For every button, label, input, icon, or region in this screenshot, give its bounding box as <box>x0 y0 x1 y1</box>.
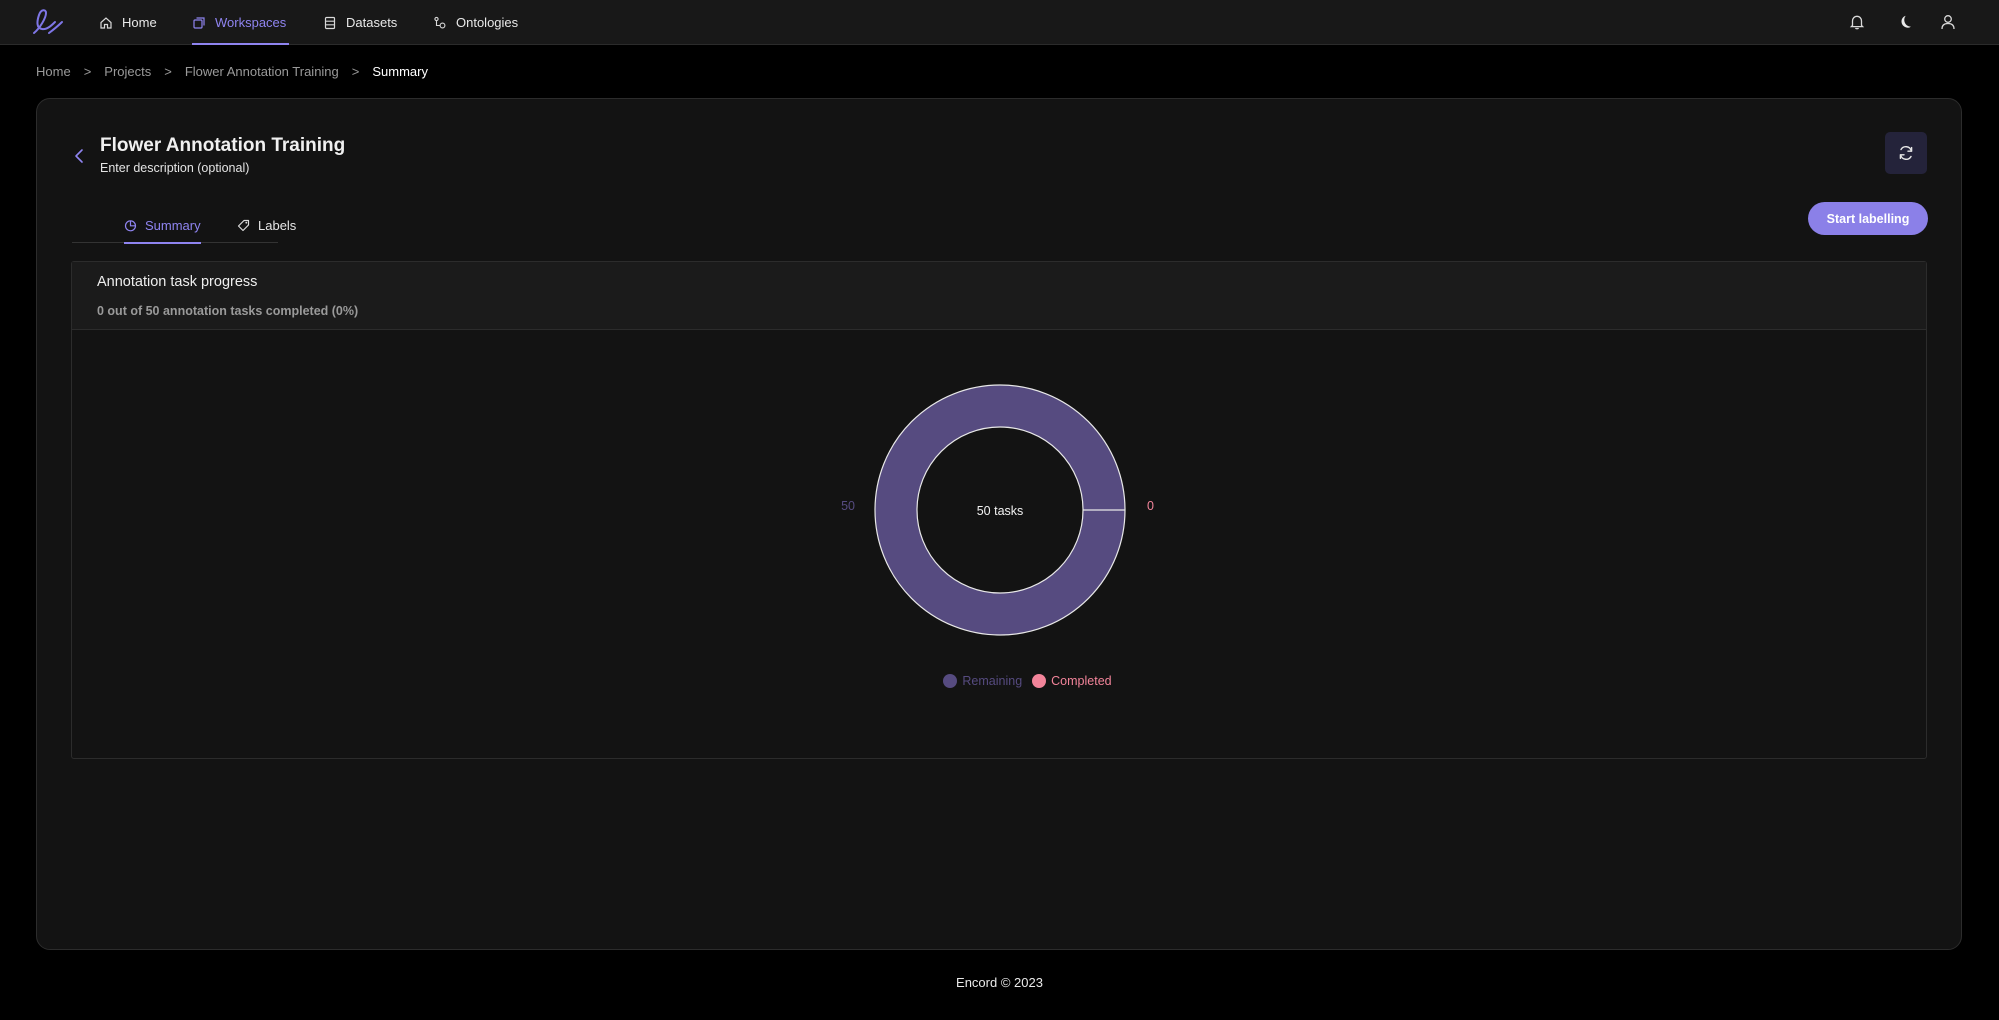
breadcrumb-home[interactable]: Home <box>36 64 71 79</box>
breadcrumb-projects[interactable]: Projects <box>104 64 151 79</box>
panel-subtitle: 0 out of 50 annotation tasks completed (… <box>97 304 359 318</box>
pie-chart-icon <box>124 219 137 231</box>
breadcrumb-current: Summary <box>372 63 428 79</box>
breadcrumb-separator: > <box>351 63 360 79</box>
nav-workspaces[interactable]: Workspaces <box>192 0 289 45</box>
project-card: Flower Annotation Training Enter descrip… <box>36 98 1962 950</box>
progress-donut-chart: 50 tasks 50 0 Remaining Completed <box>72 330 1928 758</box>
project-title: Flower Annotation Training <box>100 135 346 156</box>
legend-dot-remaining <box>943 674 958 688</box>
home-icon <box>100 16 112 29</box>
nav-workspaces-label: Workspaces <box>215 15 287 30</box>
moon-icon[interactable] <box>1894 10 1918 34</box>
legend-item-remaining[interactable]: Remaining <box>943 674 1022 688</box>
nav-ontologies-label: Ontologies <box>456 15 519 30</box>
breadcrumb-separator: > <box>164 63 172 79</box>
legend-dot-completed <box>1032 674 1047 688</box>
nav-home-label: Home <box>122 15 157 30</box>
legend-item-completed[interactable]: Completed <box>1032 674 1112 688</box>
completed-value-label: 0 <box>1147 499 1154 513</box>
top-navbar: Home Workspaces Datasets Ontologies <box>0 0 1999 45</box>
footer-copyright: Encord © 2023 <box>956 975 1043 990</box>
breadcrumb-separator: > <box>83 63 92 79</box>
nav-datasets-label: Datasets <box>346 15 398 30</box>
refresh-icon <box>1899 146 1913 160</box>
remaining-value-label: 50 <box>841 499 855 513</box>
nav-home[interactable]: Home <box>99 0 159 45</box>
tab-summary[interactable]: Summary <box>124 207 201 244</box>
legend-label-completed: Completed <box>1051 674 1112 688</box>
tab-labels-label: Labels <box>258 217 297 233</box>
project-description[interactable]: Enter description (optional) <box>100 161 249 175</box>
panel-title: Annotation task progress <box>97 274 258 290</box>
tab-summary-label: Summary <box>145 217 201 233</box>
refresh-button[interactable] <box>1885 132 1927 174</box>
chart-legend: Remaining Completed <box>72 674 1928 688</box>
workspaces-icon <box>193 16 205 29</box>
legend-label-remaining: Remaining <box>962 674 1023 688</box>
datasets-icon <box>324 16 336 29</box>
project-tabs: Summary Labels <box>72 207 296 244</box>
ontologies-icon <box>434 16 446 28</box>
donut-center-label: 50 tasks <box>977 504 1024 518</box>
nav-datasets[interactable]: Datasets <box>323 0 400 45</box>
tag-icon <box>237 219 250 231</box>
back-button[interactable] <box>69 145 89 167</box>
breadcrumb-project[interactable]: Flower Annotation Training <box>185 64 339 79</box>
bell-icon[interactable] <box>1845 10 1869 34</box>
annotation-progress-panel: Annotation task progress 0 out of 50 ann… <box>71 261 1927 759</box>
nav-ontologies[interactable]: Ontologies <box>433 0 523 45</box>
tab-labels[interactable]: Labels <box>237 207 296 243</box>
start-labelling-button[interactable]: Start labelling <box>1808 202 1928 235</box>
panel-header: Annotation task progress 0 out of 50 ann… <box>72 262 1926 330</box>
encord-logo-icon[interactable] <box>30 6 66 38</box>
chevron-left-icon <box>75 149 83 163</box>
user-icon[interactable] <box>1936 10 1960 34</box>
breadcrumb: Home > Projects > Flower Annotation Trai… <box>36 62 428 80</box>
donut-svg: 50 tasks 50 0 <box>841 384 1154 636</box>
